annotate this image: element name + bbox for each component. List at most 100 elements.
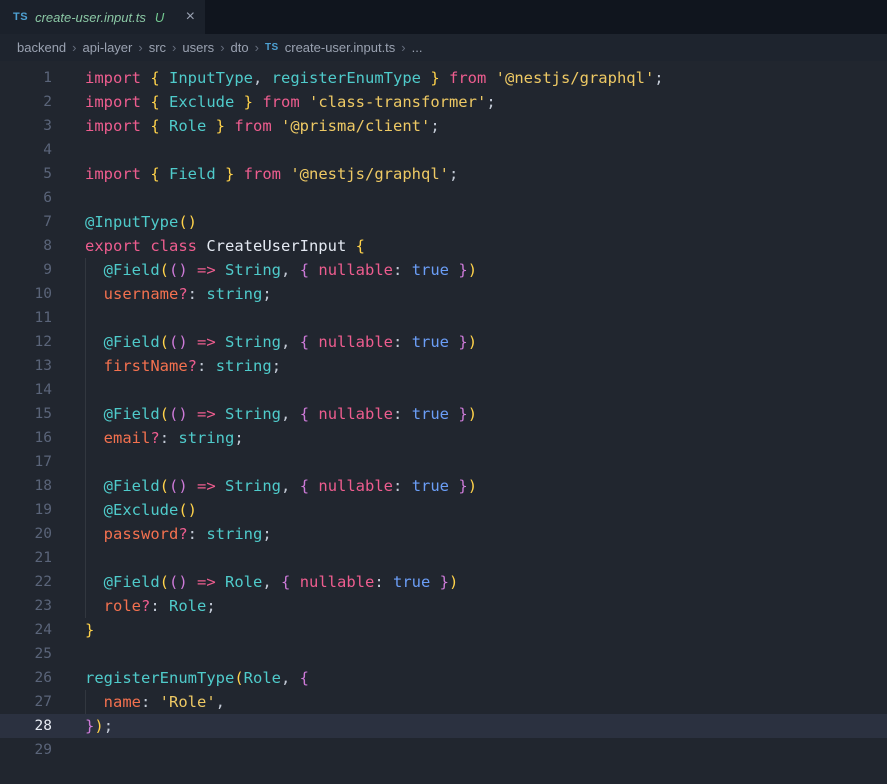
code-token: from	[439, 69, 496, 87]
code-line[interactable]: 10 username?: string;	[0, 282, 887, 306]
code-line[interactable]: 11	[0, 306, 887, 330]
line-number[interactable]: 17	[0, 450, 52, 474]
line-number[interactable]: 5	[0, 162, 52, 186]
breadcrumb-item[interactable]: api-layer	[83, 40, 133, 55]
code-line[interactable]: 7 @InputType()	[0, 210, 887, 234]
code-token: )	[94, 717, 104, 735]
code-token: }	[85, 717, 95, 735]
code-token: '@prisma/client'	[281, 117, 431, 135]
code-token: }	[215, 165, 235, 183]
code-token: ()	[169, 573, 188, 591]
close-icon[interactable]: ×	[186, 9, 195, 25]
code-token: {	[299, 261, 319, 279]
line-number[interactable]: 3	[0, 114, 52, 138]
code-line[interactable]: 25	[0, 642, 887, 666]
code-line-content: @Field(() => String, { nullable: true })	[52, 330, 887, 354]
code-line[interactable]: 21	[0, 546, 887, 570]
line-number[interactable]: 2	[0, 90, 52, 114]
breadcrumb-overflow[interactable]: ...	[412, 40, 423, 55]
code-line[interactable]: 14	[0, 378, 887, 402]
code-line-content: @Field(() => String, { nullable: true })	[52, 402, 887, 426]
line-number[interactable]: 28	[0, 714, 52, 738]
code-token: ;	[206, 597, 216, 615]
code-token: }	[85, 621, 95, 639]
breadcrumb-separator-icon: ›	[254, 40, 259, 55]
code-token: export class	[85, 237, 207, 255]
code-token: @Field	[103, 477, 160, 495]
code-line[interactable]: 8 export class CreateUserInput {	[0, 234, 887, 258]
code-line[interactable]: 16 email?: string;	[0, 426, 887, 450]
line-number[interactable]: 29	[0, 738, 52, 762]
code-line[interactable]: 9 @Field(() => String, { nullable: true …	[0, 258, 887, 282]
code-line[interactable]: 28});	[0, 714, 887, 738]
line-number[interactable]: 22	[0, 570, 52, 594]
code-line[interactable]: 2 import { Exclude } from 'class-transfor…	[0, 90, 887, 114]
code-line[interactable]: 5 import { Field } from '@nestjs/graphql'…	[0, 162, 887, 186]
line-number[interactable]: 24	[0, 618, 52, 642]
code-line[interactable]: 24}	[0, 618, 887, 642]
line-number[interactable]: 9	[0, 258, 52, 282]
code-token: }	[206, 117, 225, 135]
breadcrumb-item-file[interactable]: create-user.input.ts	[285, 40, 396, 55]
code-token: ,	[281, 477, 300, 495]
code-line-content: password?: string;	[52, 522, 887, 546]
code-token: Role	[243, 669, 281, 687]
line-number[interactable]: 26	[0, 666, 52, 690]
line-number[interactable]: 8	[0, 234, 52, 258]
code-line[interactable]: 22 @Field(() => Role, { nullable: true }…	[0, 570, 887, 594]
code-token: @InputType	[85, 213, 179, 231]
code-line-content: export class CreateUserInput {	[52, 234, 887, 258]
code-token: )	[467, 405, 478, 423]
line-number[interactable]: 4	[0, 138, 52, 162]
breadcrumb-item[interactable]: backend	[17, 40, 66, 55]
line-number[interactable]: 12	[0, 330, 52, 354]
code-line[interactable]: 1 import { InputType, registerEnumType } …	[0, 66, 887, 90]
line-number[interactable]: 18	[0, 474, 52, 498]
line-number[interactable]: 15	[0, 402, 52, 426]
code-line[interactable]: 13 firstName?: string;	[0, 354, 887, 378]
code-line[interactable]: 6	[0, 186, 887, 210]
code-line-list: 1 import { InputType, registerEnumType } …	[0, 66, 887, 762]
line-number[interactable]: 14	[0, 378, 52, 402]
code-line[interactable]: 4	[0, 138, 887, 162]
code-line[interactable]: 29	[0, 738, 887, 762]
breadcrumb-item[interactable]: dto	[231, 40, 249, 55]
code-token: @Exclude	[103, 501, 179, 519]
line-number[interactable]: 25	[0, 642, 52, 666]
line-number[interactable]: 23	[0, 594, 52, 618]
code-token: :	[393, 405, 412, 423]
code-line[interactable]: 20 password?: string;	[0, 522, 887, 546]
code-line[interactable]: 23 role?: Role;	[0, 594, 887, 618]
code-token: (	[159, 573, 170, 591]
line-number[interactable]: 20	[0, 522, 52, 546]
line-number[interactable]: 11	[0, 306, 52, 330]
code-token: String	[225, 477, 282, 495]
code-token: name	[103, 693, 141, 711]
code-line[interactable]: 27 name: 'Role',	[0, 690, 887, 714]
line-number[interactable]: 27	[0, 690, 52, 714]
code-line[interactable]: 26 registerEnumType(Role, {	[0, 666, 887, 690]
code-line[interactable]: 15 @Field(() => String, { nullable: true…	[0, 402, 887, 426]
line-number[interactable]: 21	[0, 546, 52, 570]
code-token: @Field	[103, 405, 160, 423]
code-line[interactable]: 19 @Exclude()	[0, 498, 887, 522]
code-token: }	[449, 477, 468, 495]
line-number[interactable]: 16	[0, 426, 52, 450]
code-line[interactable]: 18 @Field(() => String, { nullable: true…	[0, 474, 887, 498]
line-number[interactable]: 1	[0, 66, 52, 90]
line-number[interactable]: 7	[0, 210, 52, 234]
line-number[interactable]: 13	[0, 354, 52, 378]
code-line[interactable]: 12 @Field(() => String, { nullable: true…	[0, 330, 887, 354]
breadcrumb-item[interactable]: src	[149, 40, 166, 55]
line-number[interactable]: 19	[0, 498, 52, 522]
typescript-file-icon: TS	[13, 11, 29, 23]
code-token: }	[449, 405, 468, 423]
tab-create-user-input[interactable]: TS create-user.input.ts U ×	[0, 0, 205, 34]
line-number[interactable]: 6	[0, 186, 52, 210]
code-line[interactable]: 3 import { Role } from '@prisma/client';	[0, 114, 887, 138]
code-line[interactable]: 17	[0, 450, 887, 474]
line-number[interactable]: 10	[0, 282, 52, 306]
breadcrumb-item[interactable]: users	[182, 40, 214, 55]
